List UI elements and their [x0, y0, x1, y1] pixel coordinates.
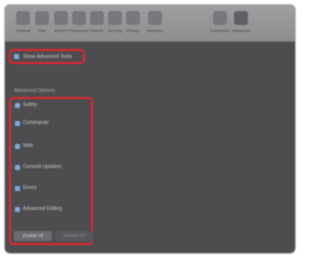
option-title: Commands	[23, 120, 49, 126]
option-title: Advanced Editing	[23, 206, 62, 212]
toolbar-item-security[interactable]: Security	[105, 11, 125, 39]
key-icon	[72, 11, 86, 25]
magnifier-icon	[90, 11, 104, 25]
highlight-options	[9, 97, 93, 245]
option-checkbox-console-updates[interactable]	[15, 165, 20, 170]
toolbar-item-privacy[interactable]: Privacy	[123, 11, 143, 39]
preferences-toolbar: General Tabs AutoFill Passwords Search S…	[5, 5, 295, 42]
enable-all-button[interactable]: Enable All	[14, 231, 52, 241]
pencil-icon	[54, 11, 68, 25]
toolbar-item-general[interactable]: General	[13, 11, 33, 39]
lock-icon	[108, 11, 122, 25]
toolbar-item-websites[interactable]: Websites	[145, 11, 165, 39]
option-title: Safety	[23, 102, 38, 108]
option-checkbox-errors[interactable]	[15, 186, 20, 191]
gear-icon	[234, 11, 248, 25]
toolbar-item-autofill[interactable]: AutoFill	[51, 11, 71, 39]
toolbar-item-tabs[interactable]: Tabs	[32, 11, 52, 39]
toolbar-item-passwords[interactable]: Passwords	[69, 11, 89, 39]
option-checkbox-commands[interactable]	[15, 121, 20, 126]
hand-icon	[126, 11, 140, 25]
globe-icon	[148, 11, 162, 25]
toolbar-item-search[interactable]: Search	[87, 11, 107, 39]
toolbar-item-extensions[interactable]: Extensions	[210, 11, 230, 39]
advanced-pane: Show Advanced Tools Advanced Options Saf…	[5, 43, 295, 253]
option-checkbox-web[interactable]	[15, 144, 20, 149]
option-title: Errors	[23, 185, 37, 191]
disable-all-button[interactable]: Disable All	[55, 231, 93, 241]
section-heading: Advanced Options	[14, 88, 55, 94]
puzzle-icon	[213, 11, 227, 25]
option-title: Console Updates	[23, 164, 62, 170]
option-checkbox-safety[interactable]	[15, 103, 20, 108]
toolbar-item-label: Advanced	[232, 28, 250, 33]
option-checkbox-advanced-editing[interactable]	[15, 207, 20, 212]
toolbar-item-advanced[interactable]: Advanced	[231, 11, 251, 39]
preferences-window: General Tabs AutoFill Passwords Search S…	[5, 5, 295, 253]
toolbar-item-label: Websites	[146, 28, 164, 33]
highlight-master-toggle	[9, 49, 85, 64]
switch-icon	[16, 11, 30, 25]
option-title: Web	[23, 143, 34, 149]
tabs-icon	[35, 11, 49, 25]
